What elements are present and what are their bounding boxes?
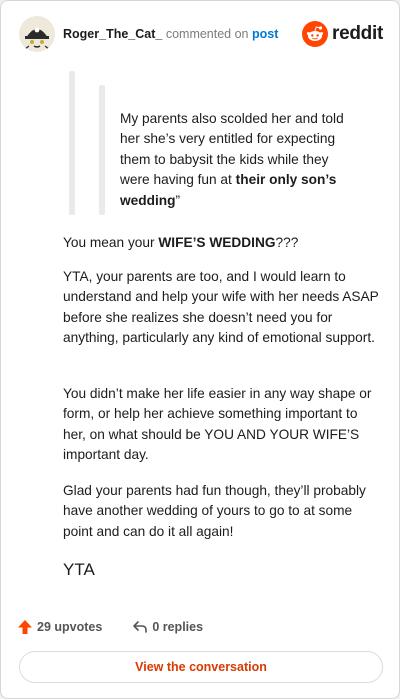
comment-card: Roger_The_Cat_ commented on post reddit xyxy=(0,0,400,699)
reply-button[interactable]: 0 replies xyxy=(132,619,203,635)
p1-suffix: ??? xyxy=(275,235,299,250)
reddit-brand[interactable]: reddit xyxy=(302,21,383,47)
upvote-arrow-icon xyxy=(18,620,32,634)
reply-arrow-icon xyxy=(133,621,148,633)
cat-avatar-icon xyxy=(19,16,55,52)
quote-bar-inner xyxy=(99,85,105,215)
comment-paragraph-5: YTA xyxy=(63,560,95,579)
upvote-count: 29 upvotes xyxy=(37,620,103,634)
view-conversation-button[interactable]: View the conversation xyxy=(19,651,383,683)
p1-text: You mean your xyxy=(63,235,159,250)
commented-on-text: commented on xyxy=(165,27,249,41)
comment-paragraph-1: You mean your WIFE’S WEDDING??? xyxy=(63,233,381,253)
reply-count: 0 replies xyxy=(152,620,204,634)
post-link[interactable]: post xyxy=(252,27,278,41)
comment-paragraph-3: You didn’t make her life easier in any w… xyxy=(63,386,372,463)
comment-meta: Roger_The_Cat_ commented on post xyxy=(63,27,278,41)
quote-bar-outer xyxy=(69,71,75,215)
upvote-button[interactable]: 29 upvotes xyxy=(17,619,102,635)
p1-bold-text: WIFE’S WEDDING xyxy=(158,235,276,250)
username-link[interactable]: Roger_The_Cat_ xyxy=(63,27,162,41)
reddit-wordmark: reddit xyxy=(332,23,383,44)
quote-text-end: ” xyxy=(175,192,181,208)
quoted-text: My parents also scolded her and told her… xyxy=(120,109,356,211)
comment-paragraph-4: Glad your parents had fun though, they’l… xyxy=(63,483,366,539)
comment-footer: 29 upvotes 0 replies xyxy=(17,617,233,637)
comment-paragraph-2: YTA, your parents are too, and I would l… xyxy=(63,269,379,346)
comment-header: Roger_The_Cat_ commented on post reddit xyxy=(19,15,383,53)
user-avatar[interactable] xyxy=(19,16,55,52)
reddit-logo-icon xyxy=(302,21,329,47)
